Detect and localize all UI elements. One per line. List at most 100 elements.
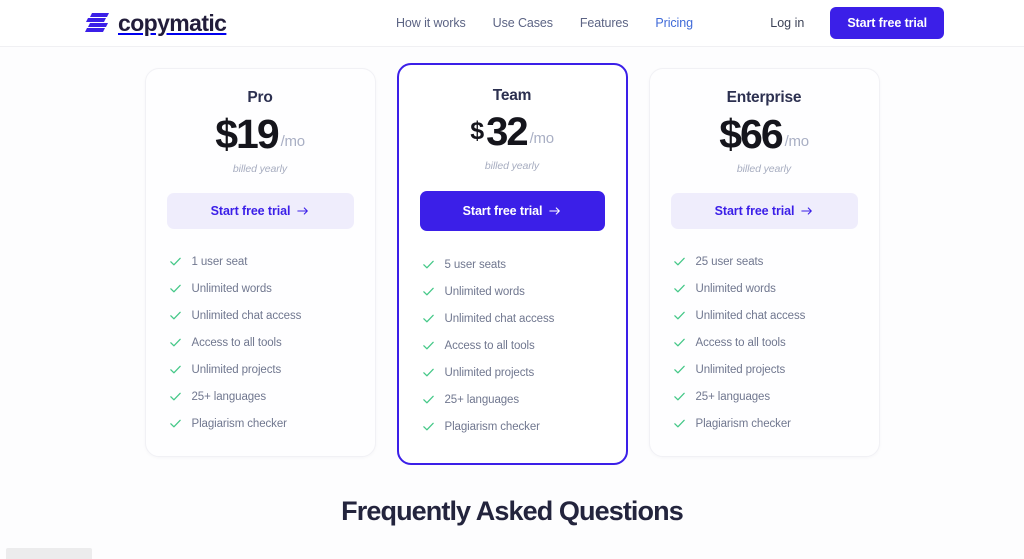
feature-label: Unlimited words	[695, 282, 776, 295]
feature-label: Unlimited chat access	[191, 309, 302, 322]
check-icon	[169, 363, 182, 376]
check-icon	[422, 393, 435, 406]
feature-item: 1 user seat	[167, 255, 354, 268]
check-icon	[169, 417, 182, 430]
feature-list: 5 user seats Unlimited words Unlimited c…	[420, 258, 605, 433]
check-icon	[169, 336, 182, 349]
nav-item-use-cases[interactable]: Use Cases	[493, 16, 553, 30]
pricing-card-pro[interactable]: Pro $19 /mo billed yearly Start free tri…	[144, 68, 376, 458]
feature-label: Unlimited projects	[695, 363, 786, 376]
check-icon	[169, 309, 182, 322]
nav-item-pricing[interactable]: Pricing	[655, 16, 693, 30]
copymatic-logo-icon	[84, 11, 110, 35]
bottom-left-widget[interactable]	[6, 548, 92, 559]
check-icon	[169, 390, 182, 403]
check-icon	[673, 390, 686, 403]
button-label: Start free trial	[210, 204, 291, 219]
feature-item: Unlimited words	[167, 282, 354, 295]
check-icon	[422, 420, 435, 433]
feature-item: Access to all tools	[167, 336, 354, 349]
check-icon	[673, 309, 686, 322]
plan-billing-note: billed yearly	[232, 163, 288, 176]
feature-item: Unlimited projects	[671, 363, 858, 376]
check-icon	[673, 255, 686, 268]
feature-item: 25+ languages	[420, 393, 605, 406]
check-icon	[169, 282, 182, 295]
nav-item-features[interactable]: Features	[580, 16, 629, 30]
check-icon	[673, 282, 686, 295]
team-start-free-trial-button[interactable]: Start free trial	[419, 191, 605, 231]
feature-label: 25+ languages	[444, 393, 520, 406]
plan-billing-note: billed yearly	[484, 160, 540, 172]
check-icon	[422, 366, 435, 379]
feature-label: Unlimited chat access	[695, 309, 806, 322]
pricing-card-enterprise[interactable]: Enterprise $66 /mo billed yearly Start f…	[648, 68, 880, 458]
feature-item: Unlimited words	[420, 285, 605, 298]
feature-item: Access to all tools	[671, 336, 858, 349]
feature-item: Unlimited chat access	[167, 309, 354, 322]
feature-label: Access to all tools	[191, 336, 282, 349]
feature-item: Access to all tools	[420, 339, 605, 352]
logo-text: copymatic	[118, 9, 227, 36]
plan-name: Pro	[247, 89, 273, 106]
arrow-right-icon	[801, 206, 813, 216]
feature-list: 1 user seat Unlimited words Unlimited ch…	[167, 255, 354, 430]
feature-item: 25+ languages	[671, 390, 858, 403]
plan-price: $ 32 /mo	[420, 111, 605, 153]
nav-item-how-it-works[interactable]: How it works	[396, 16, 466, 30]
check-icon	[422, 339, 435, 352]
feature-label: 5 user seats	[444, 258, 507, 271]
plan-price-amount: $66	[719, 111, 783, 157]
plan-price: $19 /mo	[167, 111, 354, 157]
feature-item: Plagiarism checker	[671, 417, 858, 430]
login-link[interactable]: Log in	[770, 16, 804, 30]
check-icon	[169, 255, 182, 268]
pricing-card-team[interactable]: Team $ 32 /mo billed yearly Start free t…	[396, 63, 628, 465]
site-header: copymatic How it works Use Cases Feature…	[0, 0, 1024, 47]
feature-label: Unlimited chat access	[444, 312, 555, 325]
feature-label: Unlimited projects	[444, 366, 535, 379]
plan-price-period: /mo	[529, 130, 554, 147]
check-icon	[673, 417, 686, 430]
feature-item: 25 user seats	[671, 255, 858, 268]
feature-label: Plagiarism checker	[444, 420, 540, 433]
feature-label: 25 user seats	[695, 255, 764, 268]
enterprise-start-free-trial-button[interactable]: Start free trial	[670, 193, 858, 230]
feature-item: Unlimited chat access	[671, 309, 858, 322]
feature-label: Access to all tools	[695, 336, 786, 349]
check-icon	[422, 258, 435, 271]
plan-price-period: /mo	[280, 133, 305, 150]
faq-heading: Frequently Asked Questions	[341, 496, 684, 526]
main-nav: How it works Use Cases Features Pricing	[396, 16, 693, 30]
logo-link[interactable]: copymatic	[84, 9, 227, 36]
feature-item: 25+ languages	[167, 390, 354, 403]
plan-price-amount: $19	[215, 111, 279, 157]
pricing-cards: Pro $19 /mo billed yearly Start free tri…	[0, 63, 1024, 465]
button-label: Start free trial	[714, 204, 795, 219]
button-label: Start free trial	[462, 204, 543, 218]
feature-item: Plagiarism checker	[420, 420, 605, 433]
arrow-right-icon	[297, 206, 309, 216]
feature-label: Unlimited words	[444, 285, 525, 298]
plan-name: Team	[492, 87, 532, 104]
feature-label: Plagiarism checker	[191, 417, 287, 430]
pro-start-free-trial-button[interactable]: Start free trial	[166, 193, 354, 230]
header-actions: Log in Start free trial	[770, 7, 944, 39]
plan-billing-note: billed yearly	[736, 163, 792, 176]
check-icon	[422, 285, 435, 298]
feature-item: Unlimited words	[671, 282, 858, 295]
feature-label: 25+ languages	[695, 390, 771, 403]
pricing-page: copymatic How it works Use Cases Feature…	[0, 0, 1024, 559]
plan-price: $66 /mo	[671, 111, 858, 157]
feature-label: 25+ languages	[191, 390, 267, 403]
plan-price-currency: $	[470, 116, 484, 145]
feature-item: Plagiarism checker	[167, 417, 354, 430]
header-start-free-trial-button[interactable]: Start free trial	[830, 7, 944, 39]
feature-item: Unlimited chat access	[420, 312, 605, 325]
feature-item: Unlimited projects	[420, 366, 605, 379]
feature-label: Unlimited words	[191, 282, 272, 295]
feature-label: 1 user seat	[191, 255, 248, 268]
feature-label: Unlimited projects	[191, 363, 282, 376]
plan-price-amount: 32	[486, 110, 528, 154]
feature-label: Access to all tools	[444, 339, 535, 352]
